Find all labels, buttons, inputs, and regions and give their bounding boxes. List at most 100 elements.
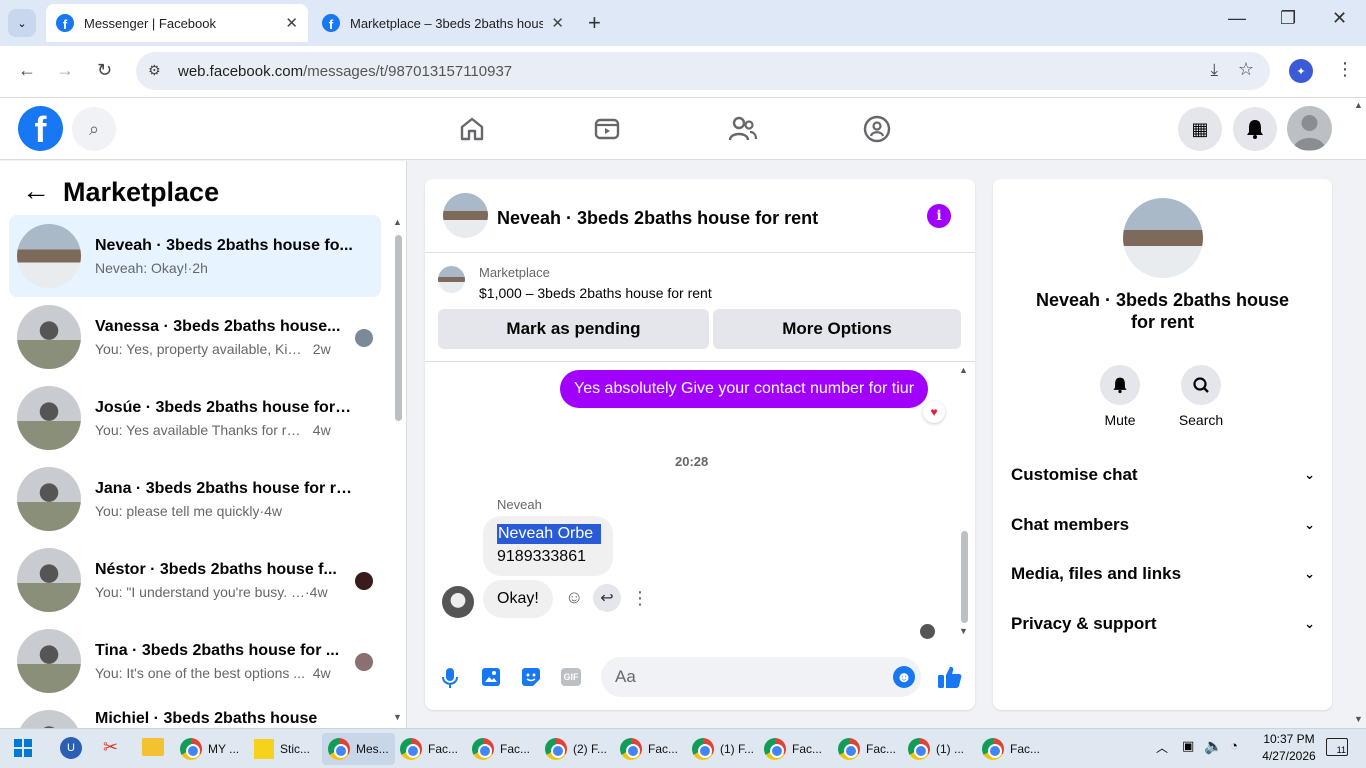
clock-time[interactable]: 10:37 PM: [1256, 732, 1322, 746]
volume-icon[interactable]: 🔈: [1204, 737, 1223, 755]
search-icon[interactable]: ⌕: [72, 107, 116, 151]
friends-icon[interactable]: [728, 115, 758, 143]
microphone-icon[interactable]: [441, 667, 459, 689]
back-icon[interactable]: ←: [18, 60, 36, 81]
minimize-icon[interactable]: —: [1228, 8, 1246, 29]
page-scroll-down-icon[interactable]: ▼: [1354, 714, 1363, 724]
back-arrow-icon[interactable]: ←: [22, 175, 50, 207]
install-app-icon[interactable]: ⤓: [1210, 60, 1218, 80]
profile-avatar-icon[interactable]: ✦: [1289, 59, 1313, 83]
chat-title[interactable]: Neveah · 3beds 2baths house for rent: [497, 208, 818, 229]
conversation-item[interactable]: Josúe · 3beds 2baths house for r... You:…: [9, 377, 381, 459]
taskbar-item-active[interactable]: Mes...: [322, 733, 395, 765]
chat-scrollbar[interactable]: [961, 531, 968, 623]
taskbar-item[interactable]: (2) F...: [545, 733, 607, 765]
close-tab-icon[interactable]: ✕: [551, 14, 564, 32]
tray-chevron-icon[interactable]: ︿: [1156, 739, 1168, 756]
page-scroll-up-icon[interactable]: ▲: [1354, 100, 1363, 110]
info-icon[interactable]: i: [927, 204, 951, 228]
bookmark-star-icon[interactable]: ☆: [1238, 59, 1254, 80]
info-avatar[interactable]: [1123, 198, 1203, 278]
tab-search-button[interactable]: ⌄: [8, 9, 36, 37]
groups-icon[interactable]: [863, 115, 891, 143]
taskbar-item[interactable]: Fac...: [620, 733, 678, 765]
conversation-item[interactable]: Jana · 3beds 2baths house for re... You:…: [9, 458, 381, 540]
security-app-icon[interactable]: U: [60, 737, 82, 759]
reply-icon[interactable]: ↩: [593, 584, 621, 612]
conversation-item[interactable]: Tina · 3beds 2baths house for ... You: I…: [9, 620, 381, 702]
scroll-down-icon[interactable]: ▼: [959, 626, 968, 636]
clock-date[interactable]: 4/27/2026: [1256, 749, 1322, 763]
taskbar-item[interactable]: MY ...: [180, 733, 239, 765]
site-info-icon[interactable]: ⚙: [148, 62, 161, 79]
taskbar-item[interactable]: Fac...: [764, 733, 822, 765]
forward-icon[interactable]: →: [56, 60, 74, 81]
sidebar-scrollbar[interactable]: [395, 235, 402, 421]
conversation-item[interactable]: Neveah · 3beds 2baths house fo... Neveah…: [9, 215, 381, 297]
divider: [425, 361, 975, 362]
scroll-down-icon[interactable]: ▼: [393, 712, 402, 722]
chat-avatar[interactable]: [443, 193, 488, 238]
gif-icon[interactable]: GIF: [561, 668, 581, 686]
notifications-bell-icon[interactable]: [1233, 107, 1277, 151]
close-tab-icon[interactable]: ✕: [285, 14, 298, 32]
scroll-up-icon[interactable]: ▲: [959, 365, 968, 375]
home-icon[interactable]: [458, 115, 486, 143]
facebook-logo[interactable]: f: [18, 106, 63, 151]
photo-icon[interactable]: [481, 667, 501, 687]
taskbar-item[interactable]: Fac...: [472, 733, 530, 765]
windows-start-icon[interactable]: [14, 739, 32, 757]
listing-title[interactable]: $1,000 – 3beds 2baths house for rent: [479, 285, 712, 301]
pinned-app-icon[interactable]: ✂: [103, 737, 118, 758]
listing-thumbnail[interactable]: [438, 266, 465, 293]
taskbar-item[interactable]: Fac...: [838, 733, 896, 765]
more-actions-icon[interactable]: ⋮: [631, 588, 649, 609]
react-emoji-icon[interactable]: ☺: [565, 587, 583, 608]
taskbar-item[interactable]: (1) F...: [692, 733, 754, 765]
scroll-up-icon[interactable]: ▲: [393, 217, 402, 227]
like-thumb-icon[interactable]: [937, 665, 963, 689]
sticker-icon[interactable]: [521, 667, 541, 687]
taskbar-item[interactable]: Stic...: [254, 733, 310, 765]
notification-center-icon[interactable]: 11: [1326, 738, 1348, 756]
media-files-links-section[interactable]: Media, files and links ⌄: [1011, 564, 1315, 584]
taskbar-item[interactable]: (1) ...: [908, 733, 964, 765]
new-tab-button[interactable]: +: [588, 10, 601, 36]
taskbar-item[interactable]: Fac...: [982, 733, 1040, 765]
sent-message-bubble[interactable]: Yes absolutely Give your contact number …: [560, 370, 929, 408]
conversation-item[interactable]: Vanessa · 3beds 2baths house... You: Yes…: [9, 296, 381, 378]
browser-menu-icon[interactable]: ⋮: [1336, 59, 1354, 80]
search-conversation-button[interactable]: [1181, 365, 1221, 405]
account-avatar[interactable]: [1287, 106, 1332, 151]
emoji-icon[interactable]: ☻: [893, 666, 915, 688]
menu-grid-icon[interactable]: ▦: [1178, 107, 1222, 151]
tab-messenger[interactable]: f Messenger | Facebook ✕: [46, 4, 308, 42]
privacy-support-section[interactable]: Privacy & support ⌄: [1011, 614, 1315, 634]
received-message-bubble[interactable]: Okay!: [483, 580, 553, 618]
file-explorer-icon[interactable]: [142, 738, 164, 756]
close-window-icon[interactable]: ✕: [1332, 8, 1347, 29]
reload-icon[interactable]: ↻: [97, 60, 112, 81]
selected-text[interactable]: Neveah Orbe: [497, 524, 602, 544]
chat-members-section[interactable]: Chat members ⌄: [1011, 515, 1315, 535]
network-icon[interactable]: ▣: [1182, 738, 1194, 754]
seen-avatar: [355, 653, 373, 671]
more-options-button[interactable]: More Options: [713, 309, 961, 349]
mute-button[interactable]: [1100, 365, 1140, 405]
taskbar-item[interactable]: Fac...: [400, 733, 458, 765]
conversation-item[interactable]: Néstor · 3beds 2baths house f... You: "I…: [9, 539, 381, 621]
tab-marketplace[interactable]: f Marketplace – 3beds 2baths house ✕: [312, 4, 574, 42]
conversation-item[interactable]: Michiel · 3beds 2baths house: [9, 701, 381, 728]
url-field[interactable]: ⚙ web.facebook.com/messages/t/9870131571…: [136, 52, 1270, 90]
windows-taskbar: U ✂ MY ... Stic... Mes... Fac... Fac... …: [0, 728, 1366, 768]
customise-chat-section[interactable]: Customise chat ⌄: [1011, 465, 1315, 485]
message-input[interactable]: Aa: [601, 657, 921, 697]
heart-reaction[interactable]: ♥: [923, 401, 945, 423]
video-icon[interactable]: [593, 115, 621, 143]
restore-icon[interactable]: ❐: [1280, 8, 1296, 29]
sender-avatar[interactable]: [442, 586, 474, 618]
mark-as-pending-button[interactable]: Mark as pending: [438, 309, 709, 349]
wifi-icon[interactable]: ◔: [1230, 738, 1238, 753]
listing-avatar: [17, 305, 81, 369]
phone-number-text[interactable]: 9189333861: [497, 548, 586, 566]
